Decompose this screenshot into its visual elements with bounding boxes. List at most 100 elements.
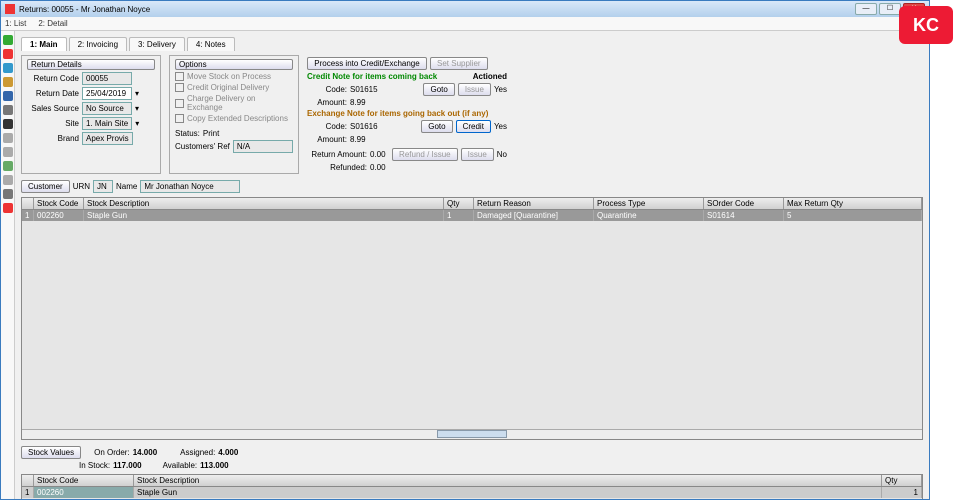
return-date-field[interactable]: 25/04/2019 [82, 87, 132, 100]
tab-delivery[interactable]: 3: Delivery [129, 37, 185, 51]
tab-invoicing[interactable]: 2: Invoicing [69, 37, 127, 51]
toolbar-icon[interactable] [3, 161, 13, 171]
brand-field[interactable]: Apex Provis [82, 132, 133, 145]
col-return-reason[interactable]: Return Reason [474, 198, 594, 209]
assigned-label: Assigned: [180, 448, 215, 457]
toolbar-icon[interactable] [3, 77, 13, 87]
return-amount-label: Return Amount: [307, 150, 367, 159]
col-sorder-code[interactable]: SOrder Code [704, 198, 784, 209]
table-row[interactable]: 1 002260 Staple Gun 1 Damaged [Quarantin… [22, 210, 922, 221]
process-button[interactable]: Process into Credit/Exchange [307, 57, 427, 70]
yes-label: Yes [494, 85, 507, 94]
cust-ref-label: Customers' Ref [175, 142, 230, 151]
vertical-toolbar [1, 31, 15, 499]
amount-label: Amount: [307, 135, 347, 144]
credit-delivery-checkbox[interactable] [175, 83, 184, 92]
credit-button[interactable]: Credit [456, 120, 491, 133]
charge-exchange-checkbox[interactable] [175, 99, 184, 108]
col-qty[interactable]: Qty [444, 198, 474, 209]
horizontal-scrollbar[interactable] [22, 429, 922, 439]
tab-notes[interactable]: 4: Notes [187, 37, 235, 51]
return-code-field: 00055 [82, 72, 132, 85]
credit-delivery-label: Credit Original Delivery [187, 83, 269, 92]
toolbar-icon[interactable] [3, 133, 13, 143]
name-field[interactable]: Mr Jonathan Noyce [140, 180, 240, 193]
dropdown-icon[interactable]: ▾ [135, 119, 139, 128]
toolbar-icon[interactable] [3, 63, 13, 73]
toolbar-icon[interactable] [3, 119, 13, 129]
window-title: Returns: 00055 - Mr Jonathan Noyce [19, 5, 855, 14]
toolbar-icon[interactable] [3, 147, 13, 157]
site-label: Site [27, 119, 79, 128]
on-order-label: On Order: [94, 448, 130, 457]
yes-label: Yes [494, 122, 507, 131]
available-value: 113.000 [200, 461, 228, 470]
items-grid: Stock Code Stock Description Qty Return … [21, 197, 923, 440]
exchange-note-title: Exchange Note for items going back out (… [307, 109, 488, 118]
return-date-label: Return Date [27, 89, 79, 98]
cust-ref-field[interactable]: N/A [233, 140, 293, 153]
col-stock-desc[interactable]: Stock Description [84, 198, 444, 209]
set-supplier-button[interactable]: Set Supplier [430, 57, 488, 70]
available-label: Available: [163, 461, 198, 470]
in-stock-label: In Stock: [79, 461, 110, 470]
return-details-button[interactable]: Return Details [27, 59, 155, 70]
sales-source-label: Sales Source [27, 104, 79, 113]
status-label: Status: [175, 129, 200, 138]
return-code-label: Return Code [27, 74, 79, 83]
on-order-value: 14.000 [133, 448, 157, 457]
toolbar-icon[interactable] [3, 49, 13, 59]
dropdown-icon[interactable]: ▾ [135, 104, 139, 113]
urn-field[interactable]: JN [93, 180, 113, 193]
minimize-button[interactable]: — [855, 3, 877, 15]
brand-label: Brand [27, 134, 79, 143]
issue-button[interactable]: Issue [458, 83, 491, 96]
customer-button[interactable]: Customer [21, 180, 70, 193]
col-stock-code[interactable]: Stock Code [34, 475, 134, 486]
credit-amount-value: 8.99 [350, 98, 366, 107]
kc-logo: KC [899, 6, 953, 44]
in-stock-value: 117.000 [113, 461, 141, 470]
refunded-label: Refunded: [307, 163, 367, 172]
issue-button[interactable]: Issue [461, 148, 494, 161]
copy-desc-checkbox[interactable] [175, 114, 184, 123]
credit-note-title: Credit Note for items coming back [307, 72, 437, 81]
exchange-amount-value: 8.99 [350, 135, 366, 144]
top-tab-list[interactable]: 1: List [5, 19, 26, 28]
toolbar-icon[interactable] [3, 91, 13, 101]
toolbar-icon[interactable] [3, 35, 13, 45]
app-icon [5, 4, 15, 14]
credit-code-value: S01615 [350, 85, 378, 94]
toolbar-icon[interactable] [3, 105, 13, 115]
toolbar-icon[interactable] [3, 203, 13, 213]
top-tab-detail[interactable]: 2: Detail [38, 19, 67, 28]
name-label: Name [116, 182, 137, 191]
col-stock-code[interactable]: Stock Code [34, 198, 84, 209]
stock-values-button[interactable]: Stock Values [21, 446, 81, 459]
dropdown-icon[interactable]: ▾ [135, 89, 139, 98]
col-max-return[interactable]: Max Return Qty [784, 198, 922, 209]
col-qty[interactable]: Qty [882, 475, 922, 486]
copy-desc-label: Copy Extended Descriptions [187, 114, 288, 123]
sales-source-field[interactable]: No Source [82, 102, 132, 115]
maximize-button[interactable]: ☐ [879, 3, 901, 15]
site-field[interactable]: 1. Main Site [82, 117, 132, 130]
move-stock-checkbox[interactable] [175, 72, 184, 81]
options-legend: Options [175, 59, 293, 70]
toolbar-icon[interactable] [3, 189, 13, 199]
toolbar-icon[interactable] [3, 175, 13, 185]
status-value: Print [203, 129, 219, 138]
col-process-type[interactable]: Process Type [594, 198, 704, 209]
no-label: No [497, 150, 507, 159]
stock-grid: Stock Code Stock Description Qty 1 00226… [21, 474, 923, 499]
refund-issue-button[interactable]: Refund / Issue [392, 148, 458, 161]
table-row[interactable]: 1 002260 Staple Gun 1 [22, 487, 922, 498]
col-stock-desc[interactable]: Stock Description [134, 475, 882, 486]
amount-label: Amount: [307, 98, 347, 107]
refunded-value: 0.00 [370, 163, 386, 172]
tab-main[interactable]: 1: Main [21, 37, 67, 51]
goto-button[interactable]: Goto [423, 83, 454, 96]
goto-button[interactable]: Goto [421, 120, 452, 133]
charge-exchange-label: Charge Delivery on Exchange [187, 94, 293, 112]
move-stock-label: Move Stock on Process [187, 72, 271, 81]
